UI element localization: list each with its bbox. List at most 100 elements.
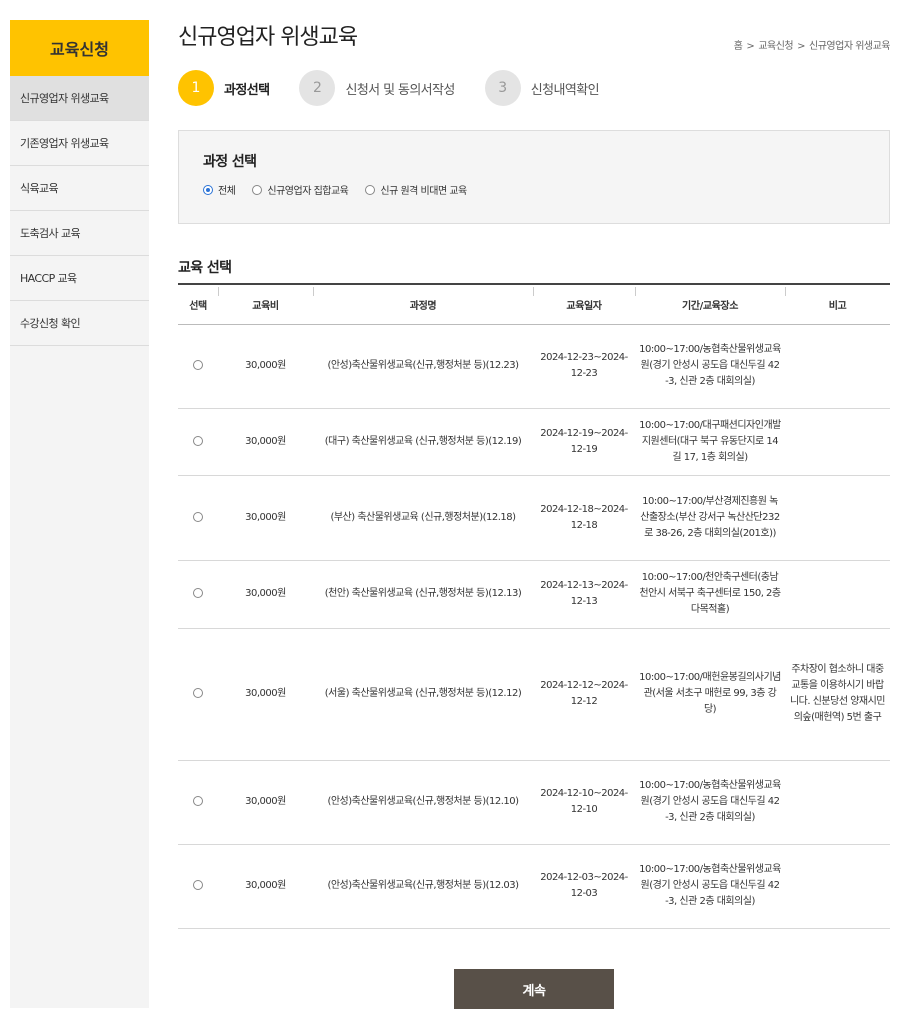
- select-cell: [178, 560, 218, 629]
- sidebar-item[interactable]: HACCP 교육: [10, 256, 149, 301]
- sidebar-item[interactable]: 기존영업자 위생교육: [10, 121, 149, 166]
- sidebar-item[interactable]: 신규영업자 위생교육: [10, 76, 149, 121]
- col-header-date: 교육일자: [533, 283, 635, 325]
- chevron-right-icon: >: [746, 41, 755, 52]
- table-row[interactable]: 30,000원 (안성)축산물위생교육(신규,행정처분 등)(12.23) 2024…: [178, 324, 890, 409]
- course-type-option[interactable]: 전체: [203, 182, 236, 197]
- sidebar-item[interactable]: 수강신청 확인: [10, 301, 149, 346]
- note-cell: [785, 844, 890, 929]
- course-name-cell: (서울) 축산물위생교육 (신규,행정처분 등)(12.12): [313, 628, 533, 761]
- fee-cell: 30,000원: [218, 628, 313, 761]
- step-label: 과정선택: [224, 82, 270, 98]
- date-cell: 2024-12-23~2024-12-23: [533, 324, 635, 409]
- place-cell: 10:00~17:00/부산경제진흥원 녹산출장소(부산 강서구 녹산산단232…: [635, 475, 785, 561]
- radio-label: 신규 원격 비대면 교육: [380, 186, 467, 197]
- date-cell: 2024-12-10~2024-12-10: [533, 760, 635, 845]
- select-cell: [178, 628, 218, 761]
- step-number-badge: 1: [178, 70, 214, 106]
- place-cell: 10:00~17:00/대구패션디자인개발지원센터(대구 북구 유동단지로 14…: [635, 408, 785, 476]
- step-label: 신청서 및 동의서작성: [345, 82, 455, 98]
- radio-label: 전체: [218, 186, 236, 197]
- page-title: 신규영업자 위생교육: [178, 25, 358, 50]
- continue-button[interactable]: 계속: [454, 969, 614, 1009]
- fee-cell: 30,000원: [218, 760, 313, 845]
- row-select-radio[interactable]: [193, 511, 203, 522]
- fee-cell: 30,000원: [218, 408, 313, 476]
- date-cell: 2024-12-03~2024-12-03: [533, 844, 635, 929]
- course-type-option[interactable]: 신규 원격 비대면 교육: [365, 182, 467, 197]
- row-select-radio[interactable]: [193, 360, 203, 370]
- col-header-course: 과정명: [313, 283, 533, 325]
- place-cell: 10:00~17:00/농협축산물위생교육원(경기 안성시 공도읍 대신두길 4…: [635, 760, 785, 845]
- table-row[interactable]: 30,000원 (안성)축산물위생교육(신규,행정처분 등)(12.03) 2024…: [178, 844, 890, 929]
- edu-select-title: 교육 선택: [178, 260, 232, 276]
- step-number-badge: 3: [484, 70, 521, 106]
- col-header-note: 비고: [785, 283, 890, 325]
- breadcrumb-current: 신규영업자 위생교육: [809, 41, 890, 52]
- select-cell: [178, 324, 218, 409]
- course-name-cell: (대구) 축산물위생교육 (신규,행정처분 등)(12.19): [313, 408, 533, 476]
- step-3: 3 신청내역확인: [484, 70, 600, 106]
- select-cell: [178, 844, 218, 929]
- table-row[interactable]: 30,000원 (천안) 축산물위생교육 (신규,행정처분 등)(12.13) 20…: [178, 560, 890, 629]
- table-header-row: 선택 교육비 과정명 교육일자 기간/교육장소 비고: [178, 283, 890, 325]
- row-select-radio[interactable]: [193, 588, 203, 598]
- table-row[interactable]: 30,000원 (대구) 축산물위생교육 (신규,행정처분 등)(12.19) 20…: [178, 408, 890, 476]
- sidebar: 교육신청 신규영업자 위생교육 기존영업자 위생교육 식육교육 도축검사 교육 HACC…: [10, 20, 149, 1008]
- course-name-cell: (안성)축산물위생교육(신규,행정처분 등)(12.03): [313, 844, 533, 929]
- step-1: 1 과정선택: [178, 70, 270, 106]
- step-indicator: 1 과정선택 2 신청서 및 동의서작성 3 신청내역확인: [178, 70, 629, 106]
- row-select-radio[interactable]: [193, 880, 203, 890]
- step-number-badge: 2: [299, 70, 336, 106]
- radio-button[interactable]: [252, 184, 263, 195]
- fee-cell: 30,000원: [218, 844, 313, 929]
- fee-cell: 30,000원: [218, 475, 313, 561]
- note-cell: [785, 560, 890, 629]
- radio-label: 신규영업자 집합교육: [267, 186, 349, 197]
- select-cell: [178, 475, 218, 561]
- note-cell: [785, 324, 890, 409]
- row-select-radio[interactable]: [193, 435, 203, 446]
- table-row[interactable]: 30,000원 (부산) 축산물위생교육 (신규,행정처분)(12.18) 2024…: [178, 475, 890, 561]
- col-header-place: 기간/교육장소: [635, 283, 785, 325]
- breadcrumb-edu-apply[interactable]: 교육신청: [758, 41, 793, 52]
- sidebar-menu: 신규영업자 위생교육 기존영업자 위생교육 식육교육 도축검사 교육 HACCP 교육 수…: [10, 76, 149, 346]
- chevron-right-icon: >: [797, 41, 806, 52]
- table-row[interactable]: 30,000원 (서울) 축산물위생교육 (신규,행정처분 등)(12.12) 20…: [178, 628, 890, 761]
- course-name-cell: (안성)축산물위생교육(신규,행정처분 등)(12.23): [313, 324, 533, 409]
- course-type-option[interactable]: 신규영업자 집합교육: [252, 182, 349, 197]
- course-name-cell: (부산) 축산물위생교육 (신규,행정처분)(12.18): [313, 475, 533, 561]
- sidebar-item[interactable]: 도축검사 교육: [10, 211, 149, 256]
- select-cell: [178, 760, 218, 845]
- col-header-select: 선택: [178, 283, 218, 325]
- sidebar-title: 교육신청: [10, 20, 149, 76]
- note-cell: [785, 408, 890, 476]
- fee-cell: 30,000원: [218, 324, 313, 409]
- edu-table: 선택 교육비 과정명 교육일자 기간/교육장소 비고 30,000원 (안성)축산…: [178, 283, 890, 929]
- select-cell: [178, 408, 218, 476]
- breadcrumb: 홈 > 교육신청 > 신규영업자 위생교육: [734, 37, 891, 52]
- row-select-radio[interactable]: [193, 688, 203, 698]
- date-cell: 2024-12-12~2024-12-12: [533, 628, 635, 761]
- col-header-fee: 교육비: [218, 283, 313, 325]
- note-cell: [785, 760, 890, 845]
- row-select-radio[interactable]: [193, 796, 203, 806]
- course-type-radio-group: 전체 신규영업자 집합교육 신규 원격 비대면 교육: [203, 182, 484, 197]
- note-cell: 주차장이 협소하니 대중교통을 이용하시기 바랍니다. 신분당선 양재시민의숲(…: [785, 628, 890, 761]
- radio-button[interactable]: [365, 184, 376, 195]
- sidebar-item[interactable]: 식육교육: [10, 166, 149, 211]
- place-cell: 10:00~17:00/농협축산물위생교육원(경기 안성시 공도읍 대신두길 4…: [635, 324, 785, 409]
- breadcrumb-home[interactable]: 홈: [734, 41, 743, 52]
- fee-cell: 30,000원: [218, 560, 313, 629]
- radio-button[interactable]: [203, 184, 213, 195]
- date-cell: 2024-12-13~2024-12-13: [533, 560, 635, 629]
- course-select-title: 과정 선택: [203, 154, 257, 170]
- table-row[interactable]: 30,000원 (안성)축산물위생교육(신규,행정처분 등)(12.10) 2024…: [178, 760, 890, 845]
- place-cell: 10:00~17:00/농협축산물위생교육원(경기 안성시 공도읍 대신두길 4…: [635, 844, 785, 929]
- date-cell: 2024-12-19~2024-12-19: [533, 408, 635, 476]
- date-cell: 2024-12-18~2024-12-18: [533, 475, 635, 561]
- course-name-cell: (천안) 축산물위생교육 (신규,행정처분 등)(12.13): [313, 560, 533, 629]
- step-2: 2 신청서 및 동의서작성: [299, 70, 455, 106]
- course-select-box: 과정 선택 전체 신규영업자 집합교육 신규 원격 비대면 교육: [178, 130, 890, 224]
- place-cell: 10:00~17:00/천안축구센터(충남 천안시 서북구 축구센터로 150,…: [635, 560, 785, 629]
